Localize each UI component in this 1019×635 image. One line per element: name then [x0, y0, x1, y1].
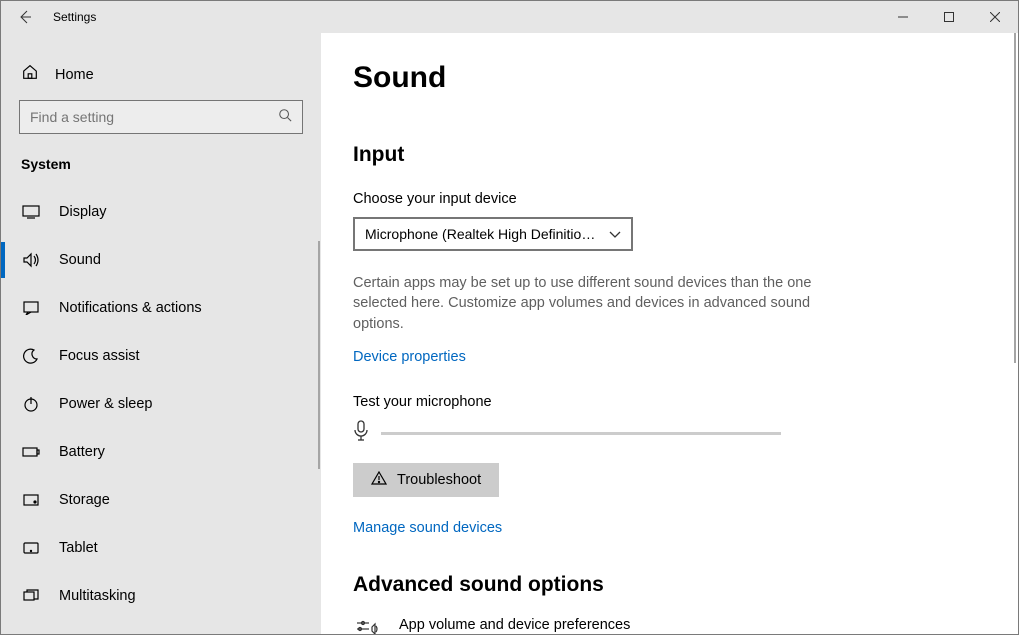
sidebar-item-label: Sound [59, 252, 101, 268]
notifications-icon [21, 301, 41, 315]
sidebar-nav-list: Display Sound Notifications & actions Fo… [1, 188, 321, 620]
battery-icon [21, 447, 41, 457]
microphone-icon [353, 420, 369, 447]
sidebar-item-label: Battery [59, 444, 105, 460]
back-button[interactable] [1, 1, 49, 33]
minimize-icon [898, 12, 908, 22]
sidebar-item-label: Tablet [59, 540, 98, 556]
maximize-button[interactable] [926, 1, 972, 33]
page-title: Sound [353, 61, 986, 95]
sidebar-item-battery[interactable]: Battery [1, 428, 321, 476]
sidebar-item-label: Focus assist [59, 348, 140, 364]
app-volume-item[interactable]: App volume and device preferences Custom… [353, 617, 986, 634]
test-mic-label: Test your microphone [353, 394, 986, 410]
home-label: Home [55, 67, 94, 83]
input-device-value: Microphone (Realtek High Definitio… [365, 226, 595, 242]
sidebar-item-tablet[interactable]: Tablet [1, 524, 321, 572]
search-icon [278, 108, 292, 127]
display-icon [21, 205, 41, 219]
maximize-icon [944, 12, 954, 22]
sidebar-item-multitasking[interactable]: Multitasking [1, 572, 321, 620]
sidebar-item-notifications[interactable]: Notifications & actions [1, 284, 321, 332]
sidebar-item-sound[interactable]: Sound [1, 236, 321, 284]
arrow-left-icon [17, 9, 33, 25]
warning-icon [371, 471, 387, 489]
moon-icon [21, 348, 41, 364]
content-pane: Sound Input Choose your input device Mic… [321, 33, 1018, 634]
sidebar-item-display[interactable]: Display [1, 188, 321, 236]
sidebar-item-home[interactable]: Home [1, 55, 321, 100]
sound-icon [21, 252, 41, 268]
sidebar-category: System [1, 150, 321, 188]
window-title: Settings [53, 10, 96, 24]
sidebar-item-label: Multitasking [59, 588, 136, 604]
advanced-section-header: Advanced sound options [353, 573, 986, 597]
sidebar-item-label: Display [59, 204, 107, 220]
close-icon [990, 12, 1000, 22]
sidebar-scrollbar[interactable] [318, 241, 320, 469]
sidebar-item-storage[interactable]: Storage [1, 476, 321, 524]
input-helper-text: Certain apps may be set up to use differ… [353, 273, 813, 334]
troubleshoot-button[interactable]: Troubleshoot [353, 463, 499, 497]
content-scrollbar[interactable] [1014, 33, 1016, 363]
sidebar-item-label: Notifications & actions [59, 300, 202, 316]
storage-icon [21, 494, 41, 506]
sidebar-item-label: Storage [59, 492, 110, 508]
home-icon [21, 63, 39, 86]
app-volume-subtitle: Customize app volumes and the speakers o… [399, 633, 802, 634]
minimize-button[interactable] [880, 1, 926, 33]
sliders-icon [353, 617, 381, 634]
input-device-select[interactable]: Microphone (Realtek High Definitio… [353, 217, 633, 251]
power-icon [21, 396, 41, 412]
device-properties-link[interactable]: Device properties [353, 349, 466, 365]
manage-sound-devices-link[interactable]: Manage sound devices [353, 520, 502, 536]
sidebar: Home System Display Sound Notificat [1, 33, 321, 634]
search-field[interactable] [30, 109, 278, 125]
tablet-icon [21, 542, 41, 554]
chevron-down-icon [609, 226, 621, 242]
app-volume-title: App volume and device preferences [399, 617, 802, 633]
sidebar-item-focus-assist[interactable]: Focus assist [1, 332, 321, 380]
mic-test-row [353, 420, 986, 447]
troubleshoot-label: Troubleshoot [397, 472, 481, 488]
sidebar-item-label: Power & sleep [59, 396, 153, 412]
sidebar-item-power-sleep[interactable]: Power & sleep [1, 380, 321, 428]
multitask-icon [21, 589, 41, 603]
search-input[interactable] [19, 100, 303, 134]
window-controls [880, 1, 1018, 33]
choose-input-label: Choose your input device [353, 191, 986, 207]
input-section-header: Input [353, 143, 986, 167]
mic-level-bar [381, 432, 781, 435]
title-bar: Settings [1, 1, 1018, 33]
close-button[interactable] [972, 1, 1018, 33]
